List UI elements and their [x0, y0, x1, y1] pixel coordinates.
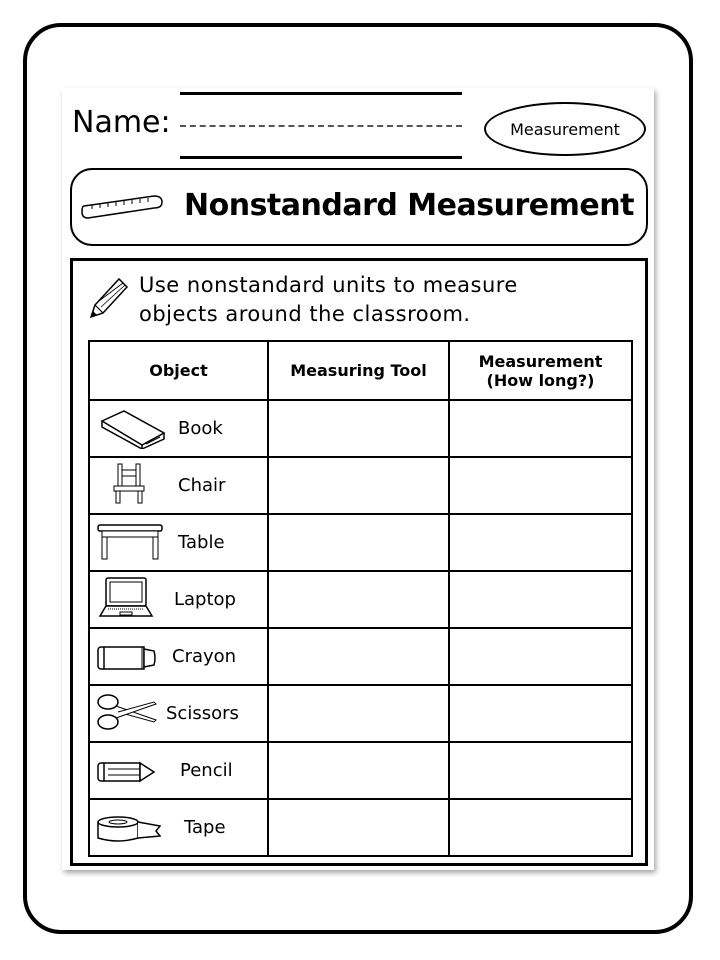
measurement-cell[interactable]	[448, 798, 633, 857]
laptop-icon	[98, 577, 154, 617]
header-object: Object	[88, 340, 269, 401]
title-banner: Nonstandard Measurement	[70, 168, 648, 246]
measuring-tool-cell[interactable]	[267, 627, 450, 686]
object-cell: Pencil	[88, 741, 269, 800]
measuring-tool-cell[interactable]	[267, 399, 450, 458]
book-icon	[100, 410, 166, 449]
measurement-cell[interactable]	[448, 456, 633, 515]
measurement-cell[interactable]	[448, 570, 633, 629]
table-icon	[97, 524, 163, 560]
table-row: Laptop	[88, 570, 633, 629]
chair-icon	[113, 463, 145, 504]
object-label: Scissors	[166, 703, 239, 724]
measuring-tool-cell[interactable]	[267, 456, 450, 515]
table-row: Table	[88, 513, 633, 572]
object-cell: Laptop	[88, 570, 269, 629]
page-title: Nonstandard Measurement	[184, 188, 634, 223]
object-label: Laptop	[174, 589, 236, 610]
pencil-icon	[97, 761, 156, 783]
table-row: Book	[88, 399, 633, 458]
measurement-cell[interactable]	[448, 399, 633, 458]
scissors-icon	[97, 694, 157, 730]
table-row: Crayon	[88, 627, 633, 686]
name-label: Name:	[72, 105, 171, 140]
measuring-tool-cell[interactable]	[267, 684, 450, 743]
object-label: Pencil	[180, 760, 233, 781]
object-label: Book	[178, 418, 223, 439]
instructions-line-2: objects around the classroom.	[139, 302, 471, 326]
table-row: Chair	[88, 456, 633, 515]
object-cell: Book	[88, 399, 269, 458]
table-row: Pencil	[88, 741, 633, 800]
object-cell: Crayon	[88, 627, 269, 686]
object-label: Chair	[178, 475, 226, 496]
measuring-tool-cell[interactable]	[267, 513, 450, 572]
object-label: Tape	[184, 817, 226, 838]
measuring-tool-cell[interactable]	[267, 798, 450, 857]
instructions-line-1: Use nonstandard units to measure	[139, 273, 518, 297]
header-measuring-tool: Measuring Tool	[267, 340, 450, 401]
tape-icon	[97, 816, 162, 842]
object-cell: Tape	[88, 798, 269, 857]
object-label: Crayon	[172, 646, 237, 667]
instructions: Use nonstandard units to measure objects…	[139, 271, 518, 329]
activity-box: Use nonstandard units to measure objects…	[70, 258, 648, 866]
name-line-dashed[interactable]	[180, 125, 462, 127]
measurement-cell[interactable]	[448, 627, 633, 686]
pencil-icon	[89, 277, 129, 319]
measurement-cell[interactable]	[448, 513, 633, 572]
object-label: Table	[178, 532, 225, 553]
measurement-table: Object Measuring Tool Measurement (How l…	[88, 340, 633, 857]
measuring-tape-icon	[81, 195, 163, 219]
table-row: Scissors	[88, 684, 633, 743]
measurement-cell[interactable]	[448, 684, 633, 743]
header-measurement: Measurement (How long?)	[448, 340, 633, 401]
measuring-tool-cell[interactable]	[267, 570, 450, 629]
worksheet: Name: Measurement Nonstandard Measuremen…	[62, 88, 654, 870]
crayon-icon	[97, 646, 156, 670]
table-header-row: Object Measuring Tool Measurement (How l…	[88, 340, 633, 401]
table-row: Tape	[88, 798, 633, 857]
name-line-bottom	[180, 156, 462, 159]
object-cell: Table	[88, 513, 269, 572]
measurement-cell[interactable]	[448, 741, 633, 800]
measuring-tool-cell[interactable]	[267, 741, 450, 800]
object-cell: Scissors	[88, 684, 269, 743]
name-line-top	[180, 92, 462, 95]
object-cell: Chair	[88, 456, 269, 515]
topic-badge: Measurement	[484, 102, 646, 156]
